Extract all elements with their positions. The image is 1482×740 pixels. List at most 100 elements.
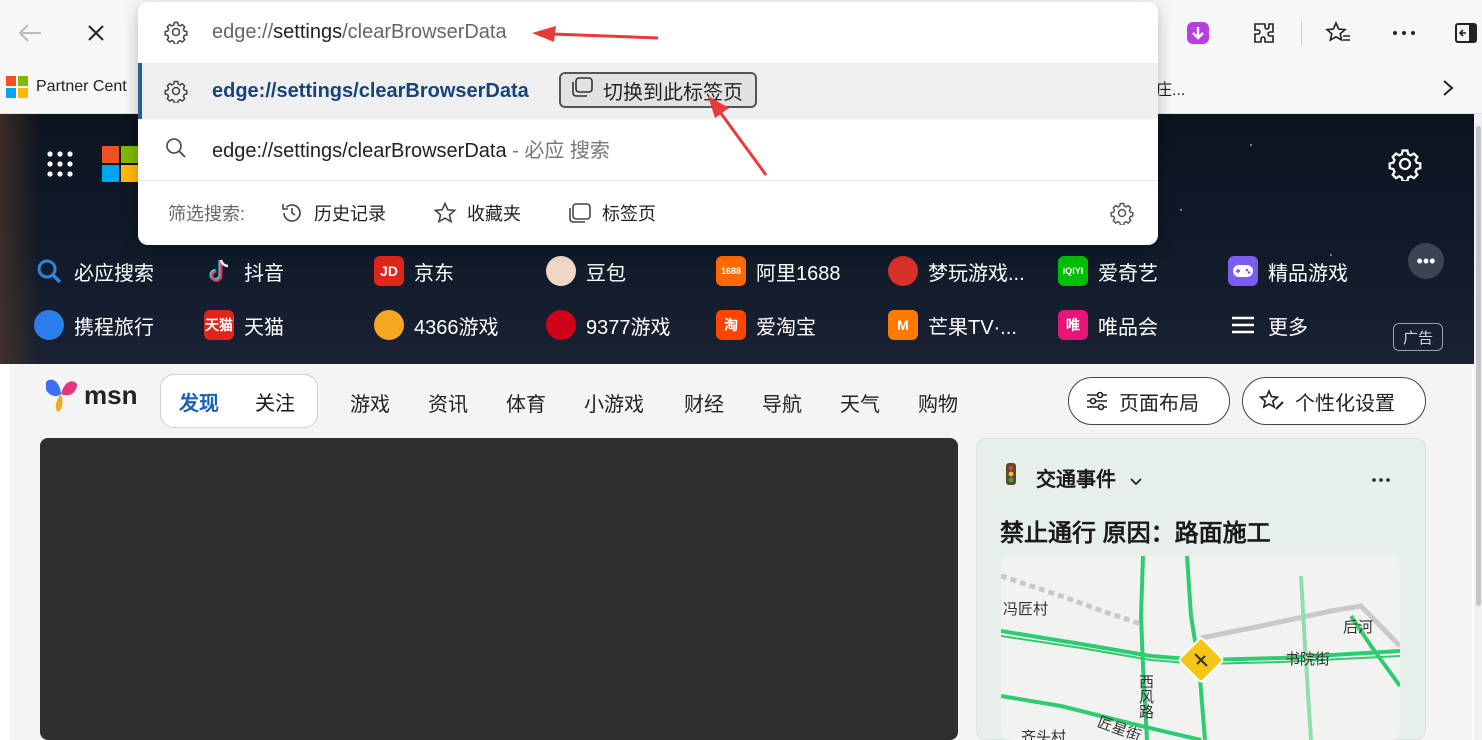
filter-label: 筛选搜索: <box>168 204 246 224</box>
msn-nav-link[interactable]: 财经 <box>684 388 724 417</box>
quick-link-1688[interactable]: 1688 阿里1688 <box>716 254 841 288</box>
msn-butterfly-icon <box>46 379 77 412</box>
star <box>1250 144 1252 146</box>
page-scrollbar-thumb[interactable] <box>1476 126 1481 606</box>
msn-nav-link[interactable]: 体育 <box>506 388 546 417</box>
personalize-button[interactable]: 个性化设置 <box>1242 377 1426 425</box>
quick-link-label: 携程旅行 <box>74 316 154 339</box>
toolbar-divider <box>1301 21 1302 45</box>
9377-icon <box>546 310 576 340</box>
quick-link-iqiyi[interactable]: iQIYI 爱奇艺 <box>1058 254 1158 288</box>
search-icon <box>162 134 190 162</box>
quick-link-gamepad[interactable]: 精品游戏 <box>1228 254 1348 288</box>
address-bar-text: edge://settings/clearBrowserData <box>212 21 507 44</box>
quick-link-search[interactable]: 必应搜索 <box>34 254 154 288</box>
quick-link-label: 精品游戏 <box>1268 262 1348 285</box>
map-label: 西风路 <box>1137 674 1154 719</box>
quick-link-mango[interactable]: M 芒果TV·... <box>888 308 1017 342</box>
msn-nav-link[interactable]: 小游戏 <box>584 388 644 417</box>
apps-grid-icon[interactable] <box>46 150 74 178</box>
quick-link-ctrip[interactable]: 携程旅行 <box>34 308 154 342</box>
search-engine-suffix: - 必应 搜索 <box>506 139 610 162</box>
quick-link-jd[interactable]: JD 京东 <box>374 254 454 288</box>
feed-hero-card[interactable] <box>40 438 958 740</box>
microsoft-logo-icon <box>102 146 138 182</box>
filter-favorites-label: 收藏夹 <box>467 204 521 224</box>
tab-switch-icon <box>571 77 593 103</box>
map-label: 冯匠村 <box>1003 601 1049 618</box>
close-icon[interactable] <box>78 15 114 51</box>
msn-nav-link[interactable]: 游戏 <box>350 388 390 417</box>
ad-badge: 广告 <box>1393 323 1443 351</box>
quick-links-more-button[interactable]: ••• <box>1408 243 1444 279</box>
quick-link-label: 阿里1688 <box>756 262 841 285</box>
favorite-truncated-item[interactable]: 庄... <box>1156 76 1185 100</box>
extensions-icon[interactable] <box>1246 15 1282 51</box>
favorite-label: Partner Cent <box>36 78 127 95</box>
switch-to-tab-button[interactable]: 切换到此标签页 <box>559 72 757 108</box>
quick-link-menu[interactable]: 更多 <box>1228 308 1308 342</box>
traffic-headline[interactable]: 禁止通行 原因：路面施工 <box>1000 513 1271 548</box>
map-label: 书院街 <box>1285 651 1331 668</box>
favorite-partner-center[interactable]: Partner Cent <box>6 74 127 100</box>
switch-to-tab-label: 切换到此标签页 <box>603 81 743 104</box>
quick-link-9377[interactable]: 9377游戏 <box>546 308 671 342</box>
suggestion-bing-search[interactable]: edge://settings/clearBrowserData - 必应 搜索 <box>138 119 1158 177</box>
traffic-more-icon[interactable] <box>1372 470 1390 488</box>
back-arrow-icon[interactable] <box>12 15 48 51</box>
filter-history-button[interactable]: 历史记录 <box>280 200 386 226</box>
iqiyi-icon: iQIYI <box>1058 256 1088 286</box>
msn-nav-link[interactable]: 导航 <box>762 388 802 417</box>
traffic-title[interactable]: 交通事件 <box>1036 463 1142 492</box>
quick-link-label: 必应搜索 <box>74 262 154 285</box>
traffic-map[interactable]: 冯匠村 后河 书院街 西风路 匠星街 齐头村 <box>1001 556 1400 740</box>
msn-nav-link[interactable]: 资讯 <box>428 388 468 417</box>
menu-icon <box>1228 310 1258 340</box>
more-options-icon[interactable] <box>1386 15 1422 51</box>
msn-nav-link[interactable]: 购物 <box>918 388 958 417</box>
msn-nav-link[interactable]: 天气 <box>840 388 880 417</box>
tab-follow[interactable]: 关注 <box>255 387 295 416</box>
doubao-icon <box>546 256 576 286</box>
filter-favorites-button[interactable]: 收藏夹 <box>433 200 521 226</box>
quick-link-label: 唯品会 <box>1098 316 1158 339</box>
quick-link-vip[interactable]: 唯唯品会 <box>1058 308 1158 342</box>
sidebar-toggle-icon[interactable] <box>1448 15 1482 51</box>
page-layout-button[interactable]: 页面布局 <box>1068 377 1230 425</box>
download-extension-icon[interactable] <box>1180 15 1216 51</box>
quick-link-label: 抖音 <box>244 262 284 285</box>
quick-link-label: 梦玩游戏... <box>928 262 1025 285</box>
address-bar-input[interactable]: edge://settings/clearBrowserData <box>138 2 1158 62</box>
star-icon <box>433 201 457 224</box>
quick-link-tmall[interactable]: 天猫 天猫 <box>204 308 284 342</box>
taobao-icon: 淘 <box>716 310 746 340</box>
tabs-icon <box>569 203 591 223</box>
quick-link-label: 4366游戏 <box>414 316 499 339</box>
quick-link-label: 9377游戏 <box>586 316 671 339</box>
microsoft-logo-icon <box>6 76 28 98</box>
star <box>1180 209 1182 211</box>
url-path: /clearBrowserData <box>342 20 507 43</box>
quick-link-label: 京东 <box>414 262 454 285</box>
tmall-icon: 天猫 <box>204 310 234 340</box>
quick-link-douyin[interactable]: 抖音 <box>204 254 284 288</box>
url-host: settings <box>273 20 343 43</box>
quick-link-doubao[interactable]: 豆包 <box>546 254 626 288</box>
tab-discover[interactable]: 发现 <box>179 387 219 416</box>
quick-link-label: 芒果TV·... <box>928 316 1017 339</box>
settings-gear-icon[interactable] <box>1388 147 1422 183</box>
favorites-star-icon[interactable] <box>1320 15 1356 51</box>
map-label: 齐头村 <box>1021 729 1067 740</box>
quick-link-taobao[interactable]: 淘爱淘宝 <box>716 308 816 342</box>
chevron-right-icon[interactable] <box>1430 70 1466 106</box>
suggestion-switch-to-tab[interactable]: edge://settings/clearBrowserData 切换到此标签页 <box>138 63 1158 119</box>
gamepad-icon <box>1228 256 1258 286</box>
msn-logo[interactable]: msn <box>42 376 137 414</box>
filter-tabs-button[interactable]: 标签页 <box>568 200 656 226</box>
map-label: 后河 <box>1343 619 1374 636</box>
quick-link-label: 天猫 <box>244 316 284 339</box>
settings-gear-icon <box>162 18 190 46</box>
quick-link-mengwan[interactable]: 梦玩游戏... <box>888 254 1025 288</box>
search-settings-gear-icon[interactable] <box>1110 201 1134 226</box>
quick-link-4366[interactable]: 4366游戏 <box>374 308 499 342</box>
